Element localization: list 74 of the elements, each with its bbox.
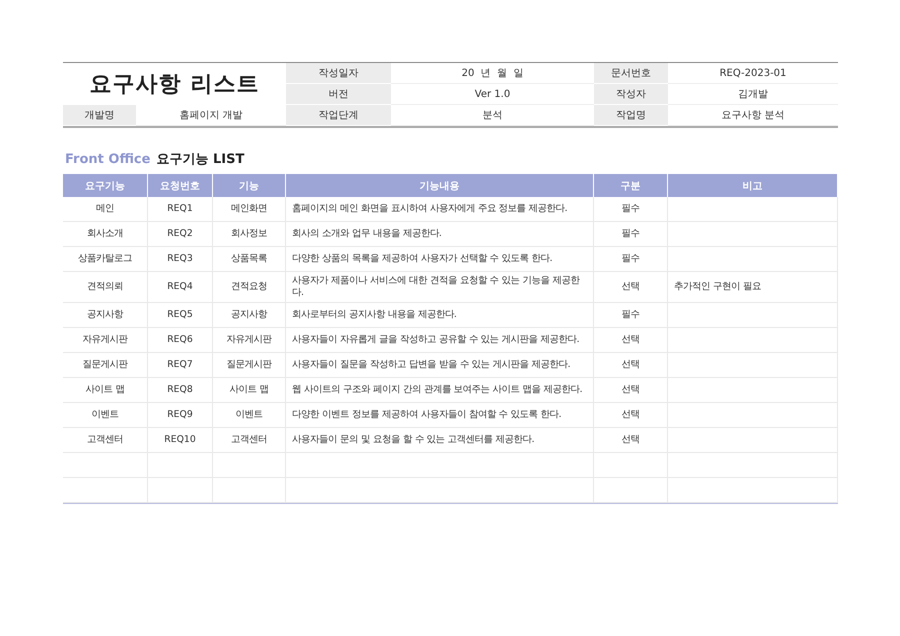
column-header: 기능 — [213, 174, 286, 197]
function-cell: 이벤트 — [213, 403, 286, 428]
column-header: 구분 — [594, 174, 668, 197]
request-id-cell: REQ7 — [148, 353, 213, 378]
feature-cell: 사이트 맵 — [63, 378, 148, 404]
field-label: 작성일자 — [286, 63, 391, 84]
description-cell: 사용자가 제품이나 서비스에 대한 견적을 요청할 수 있는 기능을 제공한다. — [286, 272, 594, 304]
function-cell: 질문게시판 — [213, 353, 286, 378]
type-cell: 선택 — [594, 353, 668, 378]
description-cell: 웹 사이트의 구조와 페이지 간의 관계를 보여주는 사이트 맵을 제공한다. — [286, 378, 594, 404]
type-cell: 필수 — [594, 303, 668, 328]
type-cell: 선택 — [594, 328, 668, 354]
column-header: 기능내용 — [286, 174, 594, 197]
field-value: 20 년 월 일 — [391, 63, 594, 84]
feature-cell: 공지사항 — [63, 303, 148, 328]
field-label: 버전 — [286, 84, 391, 105]
feature-cell: 이벤트 — [63, 403, 148, 428]
document-title: 요구사항 리스트 — [88, 71, 260, 99]
feature-cell: 회사소개 — [63, 222, 148, 247]
field-label: 작업단계 — [286, 105, 391, 126]
section-title: 요구기능 LIST — [156, 151, 244, 168]
field-value: REQ-2023-01 — [668, 63, 838, 84]
function-cell: 고객센터 — [213, 428, 286, 454]
request-id-cell: REQ6 — [148, 328, 213, 354]
request-id-cell: REQ9 — [148, 403, 213, 428]
column-header: 요청번호 — [148, 174, 213, 197]
feature-cell: 견적의뢰 — [63, 272, 148, 304]
section-prefix: Front Office — [65, 152, 150, 167]
field-label: 개발명 — [63, 105, 136, 126]
description-cell: 사용자들이 자유롭게 글을 작성하고 공유할 수 있는 게시판을 제공한다. — [286, 328, 594, 354]
request-id-cell: REQ10 — [148, 428, 213, 454]
type-cell: 선택 — [594, 428, 668, 454]
type-cell: 선택 — [594, 403, 668, 428]
type-cell: 필수 — [594, 222, 668, 247]
description-cell: 홈페이지의 메인 화면을 표시하여 사용자에게 주요 정보를 제공한다. — [286, 197, 594, 222]
function-cell: 회사정보 — [213, 222, 286, 247]
feature-cell: 메인 — [63, 197, 148, 222]
column-header: 비고 — [668, 174, 838, 197]
request-id-cell: REQ5 — [148, 303, 213, 328]
description-cell: 회사의 소개와 업무 내용을 제공한다. — [286, 222, 594, 247]
field-label: 작성자 — [594, 84, 668, 105]
field-value: 김개발 — [668, 84, 838, 105]
feature-cell: 상품카탈로그 — [63, 247, 148, 272]
field-value: 분석 — [391, 105, 594, 126]
description-cell: 사용자들이 문의 및 요청을 할 수 있는 고객센터를 제공한다. — [286, 428, 594, 454]
empty-cell — [148, 478, 213, 504]
field-value: Ver 1.0 — [391, 84, 594, 105]
field-value: 요구사항 분석 — [668, 105, 838, 126]
function-cell: 메인화면 — [213, 197, 286, 222]
note-cell: 추가적인 구현이 필요 — [668, 272, 838, 304]
request-id-cell: REQ3 — [148, 247, 213, 272]
function-cell: 견적요청 — [213, 272, 286, 304]
function-cell: 자유게시판 — [213, 328, 286, 354]
feature-cell: 질문게시판 — [63, 353, 148, 378]
description-cell: 다양한 이벤트 정보를 제공하여 사용자들이 참여할 수 있도록 한다. — [286, 403, 594, 428]
request-id-cell: REQ8 — [148, 378, 213, 404]
field-label: 작업명 — [594, 105, 668, 126]
function-cell: 공지사항 — [213, 303, 286, 328]
description-cell: 회사로부터의 공지사항 내용을 제공한다. — [286, 303, 594, 328]
type-cell: 선택 — [594, 378, 668, 404]
feature-cell: 고객센터 — [63, 428, 148, 454]
type-cell: 필수 — [594, 197, 668, 222]
type-cell: 필수 — [594, 247, 668, 272]
request-id-cell: REQ1 — [148, 197, 213, 222]
feature-cell: 자유게시판 — [63, 328, 148, 354]
type-cell: 선택 — [594, 272, 668, 304]
description-cell: 사용자들이 질문을 작성하고 답변을 받을 수 있는 게시판을 제공한다. — [286, 353, 594, 378]
field-label: 문서번호 — [594, 63, 668, 84]
function-cell: 상품목록 — [213, 247, 286, 272]
request-id-cell: REQ2 — [148, 222, 213, 247]
description-cell: 다양한 상품의 목록을 제공하여 사용자가 선택할 수 있도록 한다. — [286, 247, 594, 272]
function-cell: 사이트 맵 — [213, 378, 286, 404]
column-header: 요구기능 — [63, 174, 148, 197]
request-id-cell: REQ4 — [148, 272, 213, 304]
